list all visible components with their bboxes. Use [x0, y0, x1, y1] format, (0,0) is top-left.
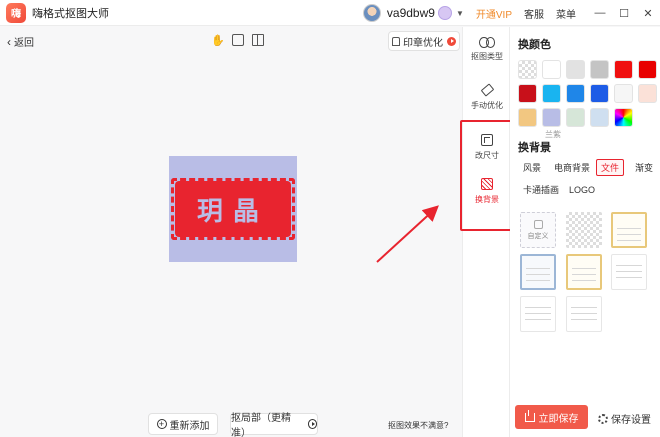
background-thumb[interactable] [520, 254, 556, 290]
custom-background-button[interactable]: 自定义 [520, 212, 556, 248]
image-icon [533, 219, 543, 229]
color-swatch[interactable] [542, 108, 561, 127]
background-thumb[interactable] [566, 212, 602, 248]
swatch-label: 兰紫 [545, 130, 561, 139]
category-tab[interactable]: 卡通插画 [518, 181, 564, 198]
category-tab[interactable]: 渐变 [630, 159, 658, 176]
color-swatch[interactable] [518, 84, 537, 103]
color-swatch[interactable] [614, 108, 633, 127]
tool-manual-optimize[interactable]: 手动优化 [463, 83, 511, 111]
tool-label: 抠图类型 [471, 52, 503, 61]
category-tab[interactable]: 文件 [596, 159, 625, 176]
color-swatch[interactable] [542, 84, 561, 103]
tool-strip: 抠图类型 手动优化 改尺寸 换背景 [462, 27, 510, 437]
tool-label: 手动优化 [471, 101, 503, 110]
background-thumb[interactable] [520, 296, 556, 332]
save-now-label: 立即保存 [538, 413, 579, 425]
download-icon [524, 409, 535, 422]
color-swatch[interactable] [638, 84, 657, 103]
color-swatch[interactable] [566, 108, 585, 127]
background-thumb[interactable] [566, 254, 602, 290]
background-thumb[interactable] [566, 296, 602, 332]
category-tab[interactable]: 风景 [518, 159, 546, 176]
save-now-button[interactable]: 立即保存 [515, 405, 588, 429]
color-swatch[interactable] [518, 108, 537, 127]
category-tab[interactable]: 电商背景 [549, 159, 595, 176]
color-swatch[interactable] [590, 84, 609, 103]
save-settings-button[interactable]: 保存设置 [598, 411, 651, 426]
change-color-title: 换颜色 [518, 39, 551, 51]
gear-icon [598, 413, 608, 424]
background-thumb[interactable] [611, 254, 647, 290]
color-swatch[interactable] [590, 60, 609, 79]
color-swatch[interactable] [566, 84, 585, 103]
color-swatch[interactable] [566, 60, 585, 79]
custom-label: 自定义 [527, 232, 549, 240]
tool-cutout-type[interactable]: 抠图类型 [463, 37, 511, 62]
color-swatch[interactable] [518, 60, 537, 79]
background-thumb[interactable] [611, 212, 647, 248]
color-swatch[interactable] [590, 108, 609, 127]
change-background-title: 换背景 [518, 142, 551, 154]
cutout-type-icon [479, 37, 495, 48]
color-swatch[interactable] [614, 60, 633, 79]
highlight-box [460, 120, 512, 231]
color-swatch[interactable] [638, 60, 657, 79]
color-swatch[interactable] [542, 60, 561, 79]
save-settings-label: 保存设置 [611, 415, 651, 426]
color-swatch[interactable] [614, 84, 633, 103]
category-tab[interactable]: LOGO [564, 181, 600, 198]
eraser-icon [480, 83, 494, 97]
